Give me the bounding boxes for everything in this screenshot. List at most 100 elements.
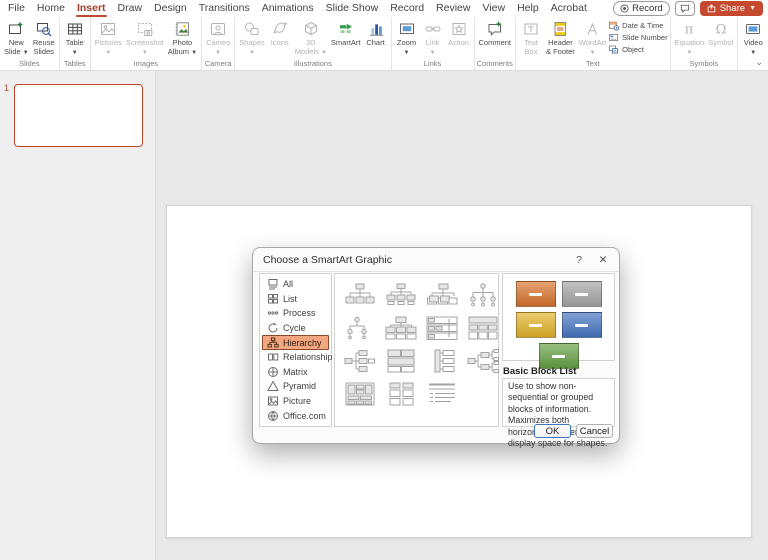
relationship-icon: [267, 351, 279, 363]
share-icon: [707, 4, 716, 13]
record-button[interactable]: Record: [613, 1, 670, 16]
layout-name-label: Basic Block List: [503, 366, 576, 377]
group-label-links: Links: [394, 58, 472, 70]
group-label-illustrations: Illustrations: [237, 58, 388, 70]
comment-button[interactable]: Comment: [477, 18, 514, 47]
menu-tab-slide-show[interactable]: Slide Show: [320, 0, 385, 17]
category-office-com[interactable]: Office.com: [262, 408, 329, 423]
category-picture[interactable]: Picture: [262, 394, 329, 409]
slide-1-thumbnail[interactable]: [14, 84, 143, 147]
layout-thumbnail-half-circle-organization-chart[interactable]: [466, 281, 500, 308]
category-process[interactable]: Process: [262, 306, 329, 321]
menu-tab-home[interactable]: Home: [31, 0, 71, 17]
button-label: Header& Footer: [546, 38, 575, 56]
comment-bubble-icon: [680, 4, 690, 13]
layout-thumbnail-table-hierarchy[interactable]: [466, 314, 500, 341]
dialog-close-button[interactable]: ✕: [595, 254, 611, 266]
slide-number-button[interactable]: Slide Number: [608, 32, 667, 43]
category-pyramid[interactable]: Pyramid: [262, 379, 329, 394]
menu-tab-design[interactable]: Design: [148, 0, 193, 17]
link-button: Link▼: [420, 18, 446, 57]
layout-thumbnail-architecture-layout[interactable]: [343, 380, 377, 407]
layout-thumbnail-labeled-hierarchy[interactable]: [425, 314, 459, 341]
menu-tab-draw[interactable]: Draw: [112, 0, 149, 17]
dialog-footer: OK Cancel: [534, 424, 613, 438]
date-time-icon: [608, 20, 619, 31]
dialog-title: Choose a SmartArt Graphic: [253, 254, 571, 266]
layout-thumbnail-circle-hierarchy[interactable]: [343, 314, 377, 341]
object-button[interactable]: Object: [608, 44, 667, 55]
reuse-slides-icon: [33, 19, 55, 38]
category-cycle[interactable]: Cycle: [262, 321, 329, 336]
all-icon: [267, 278, 279, 290]
action-button: Action: [446, 18, 472, 47]
feedback-button[interactable]: [675, 1, 695, 16]
smartart-button[interactable]: SmartArt: [329, 18, 363, 47]
menu-tab-insert[interactable]: Insert: [71, 0, 112, 17]
video-icon: [742, 19, 764, 38]
pictures-icon: [97, 19, 119, 38]
button-label: Equation▼: [675, 38, 705, 57]
group-label-tables: Tables: [62, 58, 88, 70]
category-label: All: [283, 279, 293, 289]
preview-block-gray: [562, 281, 602, 307]
new-slide-button[interactable]: NewSlide ▼: [2, 18, 31, 57]
category-list[interactable]: List: [262, 292, 329, 307]
header-footer-button[interactable]: Header& Footer: [544, 18, 577, 56]
button-label: Video▼: [744, 38, 763, 57]
category-label: Pyramid: [283, 381, 316, 391]
menu-tab-review[interactable]: Review: [430, 0, 476, 17]
button-label: Zoom▼: [397, 38, 416, 57]
collapse-ribbon-chevron-icon[interactable]: ⌄: [755, 57, 763, 68]
layout-thumbnail-name-title-organization-chart[interactable]: [384, 281, 418, 308]
layout-thumbnail-block-hierarchy[interactable]: [384, 347, 418, 374]
equation-icon: π: [678, 19, 700, 38]
layout-thumbnail-hierarchy[interactable]: [384, 314, 418, 341]
record-label: Record: [632, 3, 663, 14]
button-label: Chart: [366, 38, 384, 47]
equation-button: πEquation▼: [673, 18, 707, 57]
photo-album-button[interactable]: PhotoAlbum ▼: [166, 18, 199, 57]
layout-thumbnail-organization-chart[interactable]: [343, 281, 377, 308]
category-hierarchy[interactable]: Hierarchy: [262, 335, 329, 350]
3d-models-icon: [300, 19, 322, 38]
ribbon-group-comments: CommentComments: [475, 17, 517, 70]
pictures-button: Pictures▼: [93, 18, 124, 57]
button-label: PhotoAlbum ▼: [168, 38, 197, 57]
category-relationship[interactable]: Relationship: [262, 350, 329, 365]
icons-button: Icons: [267, 18, 293, 47]
category-matrix[interactable]: Matrix: [262, 365, 329, 380]
menu-tab-record[interactable]: Record: [384, 0, 430, 17]
menu-tab-file[interactable]: File: [2, 0, 31, 17]
category-all[interactable]: All: [262, 277, 329, 292]
menu-tab-view[interactable]: View: [476, 0, 511, 17]
office-com-icon: [267, 410, 279, 422]
button-label: ReuseSlides: [33, 38, 55, 56]
layout-thumbnail-stacked-organization-chart[interactable]: [425, 281, 459, 308]
layout-thumbnail-horizontal-labeled-hierarchy[interactable]: [466, 347, 500, 374]
video-button[interactable]: Video▼: [740, 18, 766, 57]
table-button[interactable]: Table▼: [62, 18, 88, 57]
group-label-text: Text: [518, 58, 668, 70]
cancel-button[interactable]: Cancel: [576, 424, 613, 438]
menu-tab-acrobat[interactable]: Acrobat: [545, 0, 593, 17]
button-label: Icons: [271, 38, 289, 47]
dialog-help-button[interactable]: ?: [571, 254, 587, 266]
reuse-slides-button[interactable]: ReuseSlides: [31, 18, 57, 56]
layout-thumbnail-horizontal-hierarchy-bracket[interactable]: [425, 347, 459, 374]
ok-button[interactable]: OK: [534, 424, 571, 438]
date-time-button[interactable]: Date & Time: [608, 20, 667, 31]
share-button[interactable]: Share ▼: [700, 1, 763, 16]
layout-thumbnail-horizontal-organization-chart[interactable]: [343, 347, 377, 374]
record-icon: [620, 4, 629, 13]
menu-tab-transitions[interactable]: Transitions: [193, 0, 256, 17]
new-slide-icon: [5, 19, 27, 38]
menu-tab-help[interactable]: Help: [511, 0, 545, 17]
category-label: List: [283, 294, 297, 304]
shapes-button: Shapes▼: [237, 18, 266, 57]
layout-thumbnail-hierarchy-list[interactable]: [425, 380, 459, 407]
zoom-button[interactable]: Zoom▼: [394, 18, 420, 57]
chart-button[interactable]: Chart: [363, 18, 389, 47]
menu-tab-animations[interactable]: Animations: [256, 0, 320, 17]
layout-thumbnail-column-hierarchy[interactable]: [384, 380, 418, 407]
